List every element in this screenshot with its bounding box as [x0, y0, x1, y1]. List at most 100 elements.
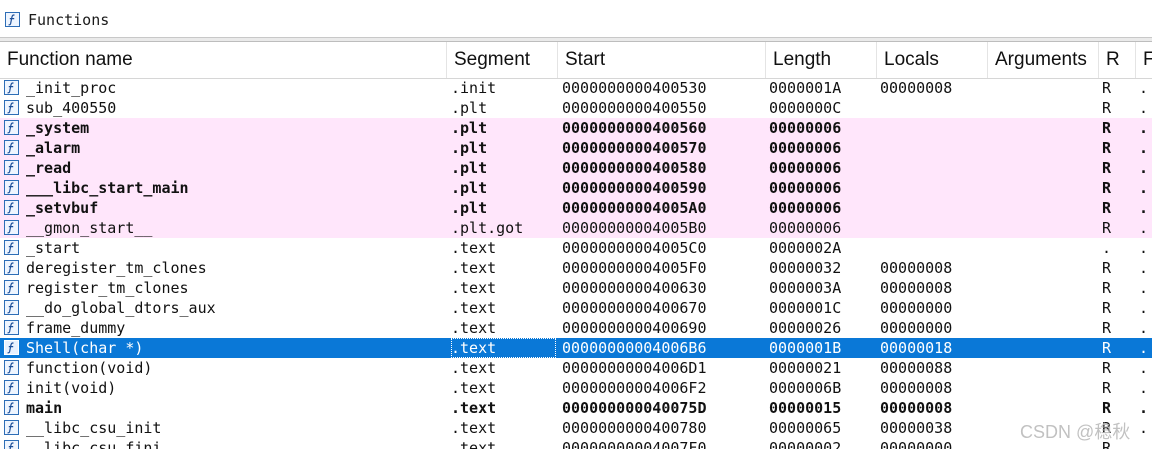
function-row[interactable]: main .text 000000000040075D 00000015 0000000… — [0, 398, 1152, 418]
function-row[interactable]: deregister_tm_clones .text 00000000004005F… — [0, 258, 1152, 278]
function-row[interactable]: __do_global_dtors_aux .text 00000000004006… — [0, 298, 1152, 318]
function-row[interactable]: _start .text 00000000004005C0 0000002A.. — [0, 238, 1152, 258]
function-icon — [4, 120, 19, 135]
arguments-cell — [991, 338, 1096, 358]
f-flag-cell: . — [1139, 339, 1149, 357]
locals-cell — [880, 218, 985, 238]
length-cell: 0000001B — [769, 339, 842, 357]
segment-cell: .plt — [451, 199, 488, 217]
function-row[interactable]: _system .plt 0000000000400560 00000006 R. — [0, 118, 1152, 138]
locals-cell — [880, 158, 985, 178]
column-header-arguments[interactable]: Arguments — [988, 42, 1099, 78]
function-icon — [4, 420, 19, 435]
r-flag-cell: R — [1102, 359, 1112, 377]
f-flag-cell: . — [1139, 139, 1149, 157]
start-cell: 0000000000400550 — [562, 99, 707, 117]
r-flag-cell: R — [1102, 79, 1112, 97]
start-cell: 00000000004006F2 — [562, 379, 707, 397]
segment-cell: .plt — [451, 159, 488, 177]
function-icon — [4, 240, 19, 255]
segment-cell: .text — [451, 399, 497, 417]
length-cell: 00000002 — [769, 439, 842, 449]
segment-cell: .text — [451, 338, 556, 358]
function-icon — [4, 220, 19, 235]
r-flag-cell: R — [1102, 399, 1112, 417]
function-row[interactable]: Shell(char *) .text 00000000004006B6 000000… — [0, 338, 1152, 358]
start-cell: 00000000004005B0 — [562, 219, 707, 237]
segment-cell: .plt — [451, 119, 488, 137]
column-header-segment[interactable]: Segment — [447, 42, 558, 78]
column-header-length[interactable]: Length — [766, 42, 877, 78]
length-cell: 0000001A — [769, 79, 842, 97]
function-row[interactable]: ___libc_start_main .plt 0000000000400590 00… — [0, 178, 1152, 198]
function-row[interactable]: init(void) .text 00000000004006F2 0000006B 0… — [0, 378, 1152, 398]
function-name-cell: _read — [26, 159, 72, 177]
locals-cell: 00000000 — [880, 439, 953, 449]
segment-cell: .plt — [451, 99, 488, 117]
function-icon — [4, 400, 19, 415]
locals-cell: 00000008 — [880, 279, 953, 297]
function-icon — [4, 340, 19, 355]
function-row[interactable]: __libc_csu_init .text 0000000000400780 0000… — [0, 418, 1152, 438]
f-flag-cell: . — [1139, 179, 1149, 197]
locals-cell: 00000008 — [880, 79, 953, 97]
locals-cell: 00000000 — [880, 319, 953, 337]
r-flag-cell: R — [1102, 119, 1112, 137]
function-name-cell: frame_dummy — [26, 319, 126, 337]
function-row[interactable]: _alarm .plt 0000000000400570 00000006 R. — [0, 138, 1152, 158]
column-header-r[interactable]: R — [1099, 42, 1136, 78]
f-flag-cell: . — [1139, 219, 1149, 237]
function-row[interactable]: _read .plt 0000000000400580 00000006 R. — [0, 158, 1152, 178]
locals-cell: 00000000 — [880, 299, 953, 317]
function-icon — [4, 360, 19, 375]
segment-cell: .text — [451, 239, 497, 257]
function-icon — [4, 300, 19, 315]
function-row[interactable]: frame_dummy .text 0000000000400690 00000026… — [0, 318, 1152, 338]
r-flag-cell: . — [1102, 239, 1112, 257]
length-cell: 0000003A — [769, 279, 842, 297]
column-header-start[interactable]: Start — [558, 42, 766, 78]
f-flag-cell: . — [1139, 319, 1149, 337]
arguments-cell — [991, 98, 1096, 118]
arguments-cell — [991, 158, 1096, 178]
function-row[interactable]: __libc_csu_fini .text 00000000004007F0 0000… — [0, 438, 1152, 449]
locals-cell: 00000008 — [880, 259, 953, 277]
function-name-cell: __gmon_start__ — [26, 219, 153, 237]
segment-cell: .init — [451, 79, 497, 97]
segment-cell: .text — [451, 319, 497, 337]
function-name-cell: _setvbuf — [26, 199, 99, 217]
r-flag-cell: R — [1102, 279, 1112, 297]
function-row[interactable]: function(void) .text 00000000004006D1 00000… — [0, 358, 1152, 378]
function-icon — [4, 280, 19, 295]
functions-window-titlebar: Functions — [0, 0, 1152, 38]
f-flag-cell: . — [1139, 359, 1149, 377]
arguments-cell — [991, 138, 1096, 158]
functions-list: _init_proc .init 0000000000400530 0000001A 0… — [0, 78, 1152, 449]
segment-cell: .text — [451, 259, 497, 277]
function-row[interactable]: __gmon_start__ .plt.got 00000000004005B0 00… — [0, 218, 1152, 238]
function-row[interactable]: register_tm_clones .text 0000000000400630 0… — [0, 278, 1152, 298]
length-cell: 00000006 — [769, 139, 842, 157]
start-cell: 0000000000400590 — [562, 179, 707, 197]
function-name-cell: _alarm — [26, 139, 81, 157]
function-name-cell: sub_400550 — [26, 99, 117, 117]
function-name-cell: _system — [26, 119, 90, 137]
locals-cell: 00000018 — [880, 339, 953, 357]
function-name-cell: ___libc_start_main — [26, 179, 189, 197]
function-name-cell: function(void) — [26, 359, 153, 377]
function-icon — [4, 100, 19, 115]
function-row[interactable]: sub_400550 .plt 0000000000400550 0000000C R. — [0, 98, 1152, 118]
function-icon — [5, 12, 20, 27]
f-flag-cell: . — [1139, 399, 1149, 417]
function-row[interactable]: _init_proc .init 0000000000400530 0000001A 0… — [0, 78, 1152, 98]
function-row[interactable]: _setvbuf .plt 00000000004005A0 00000006 R. — [0, 198, 1152, 218]
column-header-locals[interactable]: Locals — [877, 42, 988, 78]
column-header-function-name[interactable]: Function name — [0, 42, 447, 78]
start-cell: 00000000004006D1 — [562, 359, 707, 377]
length-cell: 0000000C — [769, 99, 842, 117]
column-header-f[interactable]: F — [1136, 42, 1152, 78]
start-cell: 0000000000400670 — [562, 299, 707, 317]
r-flag-cell: R — [1102, 99, 1112, 117]
function-icon — [4, 200, 19, 215]
locals-cell — [880, 118, 985, 138]
